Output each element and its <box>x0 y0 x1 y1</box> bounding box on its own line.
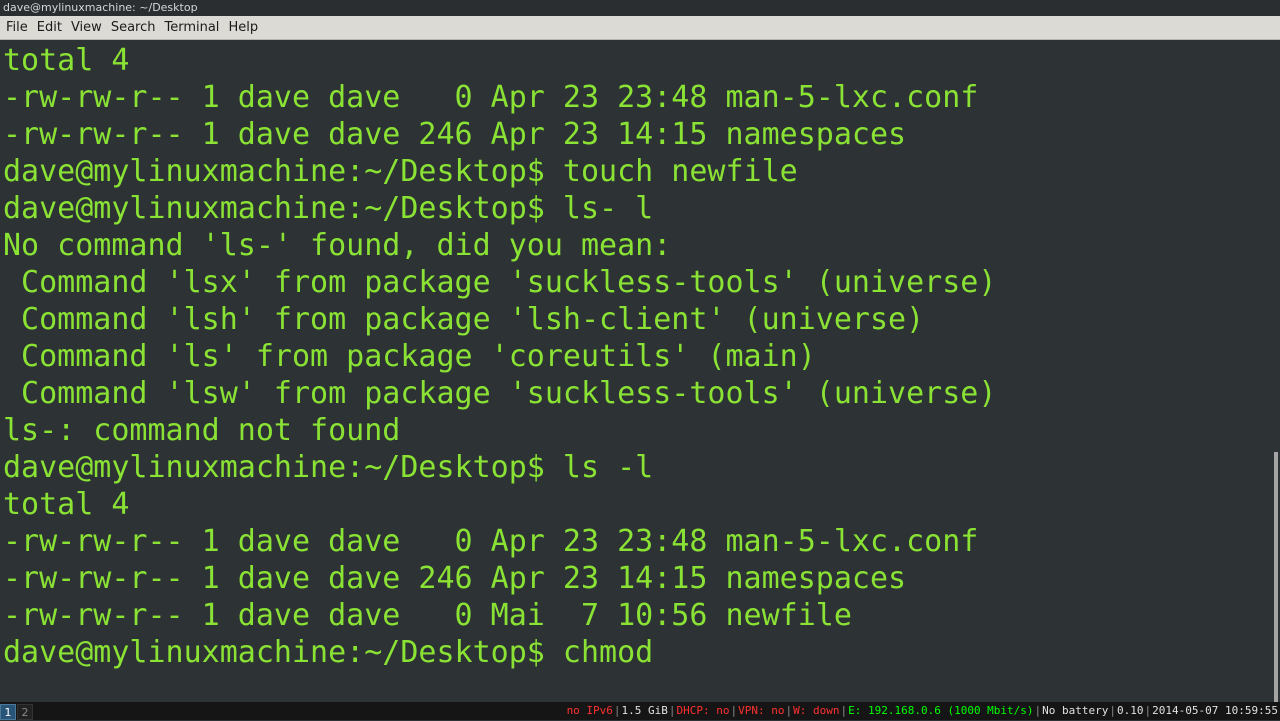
terminal-line: dave@mylinuxmachine:~/Desktop$ ls- l <box>3 191 654 226</box>
menu-file[interactable]: File <box>2 17 32 39</box>
terminal-line: -rw-rw-r-- 1 dave dave 0 Apr 23 23:48 ma… <box>3 80 979 115</box>
window-title: dave@mylinuxmachine: ~/Desktop <box>0 0 1280 16</box>
terminal-prompt-line[interactable]: dave@mylinuxmachine:~/Desktop$ chmod <box>3 634 1270 671</box>
menu-search[interactable]: Search <box>107 17 160 39</box>
terminal-line: dave@mylinuxmachine:~/Desktop$ ls -l <box>3 450 654 485</box>
terminal-line: total 4 <box>3 487 130 522</box>
menu-terminal[interactable]: Terminal <box>160 17 223 39</box>
status-separator: | <box>613 704 621 717</box>
status-separator: | <box>840 704 848 717</box>
terminal-line: -rw-rw-r-- 1 dave dave 0 Mai 7 10:56 new… <box>3 598 852 633</box>
dhcp-status: DHCP: no <box>676 704 730 717</box>
workspace-2-button[interactable]: 2 <box>17 704 33 720</box>
menu-help[interactable]: Help <box>224 17 262 39</box>
terminal-line: ls-: command not found <box>3 413 401 448</box>
status-items: no IPv6 | 1.5 GiB | DHCP: no | VPN: no |… <box>567 702 1278 720</box>
terminal-line: Command 'lsh' from package 'lsh-client' … <box>3 302 925 337</box>
terminal-line: Command 'lsx' from package 'suckless-too… <box>3 265 997 300</box>
ipv6-status: no IPv6 <box>566 704 613 717</box>
terminal-output[interactable]: total 4 -rw-rw-r-- 1 dave dave 0 Apr 23 … <box>0 40 1270 702</box>
status-separator: | <box>1144 704 1152 717</box>
status-separator: | <box>1109 704 1117 717</box>
menu-view[interactable]: View <box>67 17 106 39</box>
status-bar: 1 2 no IPv6 | 1.5 GiB | DHCP: no | VPN: … <box>0 702 1280 720</box>
status-separator: | <box>785 704 793 717</box>
datetime-status: 2014-05-07 10:59:55 <box>1152 704 1278 717</box>
terminal-line: dave@mylinuxmachine:~/Desktop$ touch new… <box>3 154 798 189</box>
terminal-line: Command 'lsw' from package 'suckless-too… <box>3 376 997 411</box>
battery-status: No battery <box>1042 704 1109 717</box>
workspace-1-button[interactable]: 1 <box>0 704 16 720</box>
terminal-lines: total 4 -rw-rw-r-- 1 dave dave 0 Apr 23 … <box>0 40 1270 671</box>
terminal-line: total 4 <box>3 43 130 78</box>
status-separator: | <box>1034 704 1042 717</box>
disk-status: 1.5 GiB <box>621 704 668 717</box>
terminal-line: -rw-rw-r-- 1 dave dave 246 Apr 23 14:15 … <box>3 117 907 152</box>
wireless-status: W: down <box>793 704 840 717</box>
menu-edit[interactable]: Edit <box>33 17 66 39</box>
status-separator: | <box>668 704 676 717</box>
ethernet-status: E: 192.168.0.6 (1000 Mbit/s) <box>848 704 1034 717</box>
status-separator: | <box>730 704 738 717</box>
vpn-status: VPN: no <box>738 704 785 717</box>
load-status: 0.10 <box>1117 704 1144 717</box>
terminal-line: Command 'ls' from package 'coreutils' (m… <box>3 339 816 374</box>
menu-bar: File Edit View Search Terminal Help <box>0 16 1280 40</box>
workspace-switcher: 1 2 <box>0 704 34 720</box>
terminal-line: -rw-rw-r-- 1 dave dave 246 Apr 23 14:15 … <box>3 561 907 596</box>
scrollbar-thumb[interactable] <box>1274 452 1278 702</box>
terminal-line: No command 'ls-' found, did you mean: <box>3 228 672 263</box>
terminal-line: -rw-rw-r-- 1 dave dave 0 Apr 23 23:48 ma… <box>3 524 979 559</box>
